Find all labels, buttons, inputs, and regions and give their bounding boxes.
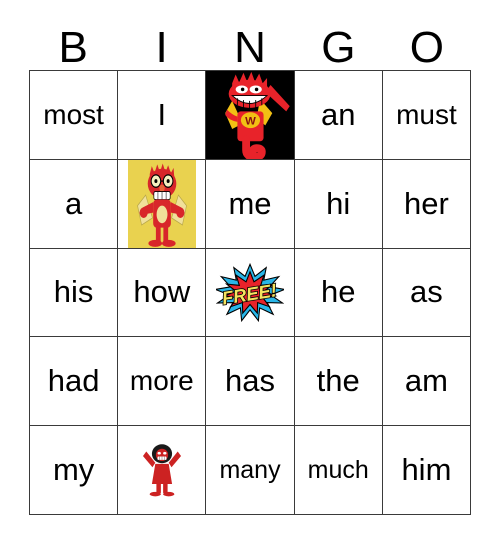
bingo-cell-o4[interactable]: am <box>382 337 472 427</box>
bingo-cell-b3[interactable]: his <box>30 248 119 338</box>
bingo-cell-g4[interactable]: the <box>294 337 383 427</box>
bingo-row: my many much him <box>30 426 472 515</box>
bingo-cell-word: an <box>320 96 356 132</box>
bingo-cell-o2[interactable]: her <box>382 159 472 249</box>
bingo-header-letter-n: N <box>234 23 266 72</box>
svg-text:W: W <box>246 116 257 128</box>
bingo-cell-n5[interactable]: many <box>206 426 295 515</box>
bingo-cell-word: how <box>133 274 191 310</box>
bingo-cell-n4[interactable]: has <box>206 337 295 427</box>
red-devil-mascot-black-bg-icon: W <box>206 71 294 159</box>
bingo-cell-g2[interactable]: hi <box>294 159 383 249</box>
bingo-row: had more has the am <box>30 337 472 427</box>
bingo-card: B I N G O most I Wan must a me hi her his how FREE! he a… <box>0 0 500 544</box>
bingo-cell-word: he <box>320 274 356 310</box>
bingo-cell-n1-image[interactable]: W <box>206 71 295 160</box>
bingo-cell-b2[interactable]: a <box>30 159 119 249</box>
bingo-header-letter-g: G <box>321 23 356 72</box>
bingo-cell-o5[interactable]: him <box>382 426 472 515</box>
bingo-cell-word: more <box>129 365 194 397</box>
bingo-cell-word: must <box>396 98 457 130</box>
bingo-header-row: BINGO <box>29 14 471 70</box>
bingo-cell-i2-image[interactable] <box>118 159 207 249</box>
bingo-cell-g1[interactable]: an <box>294 71 383 160</box>
bingo-header-letter-b: B <box>58 23 88 72</box>
bingo-row: most I Wan must <box>30 71 472 160</box>
bingo-cell-o1[interactable]: must <box>382 71 472 160</box>
bingo-cell-word: am <box>404 363 448 399</box>
bingo-cell-word: hi <box>326 185 351 221</box>
bingo-cell-word: many <box>219 456 281 485</box>
bingo-header-letter-o: O <box>409 23 444 72</box>
bingo-cell-word: a <box>64 185 83 221</box>
bingo-cell-word: my <box>52 452 95 488</box>
bingo-row: his how FREE! he as <box>30 248 472 338</box>
bingo-cell-word: I <box>157 96 167 132</box>
bingo-cell-word: his <box>53 274 94 310</box>
bingo-cell-n2[interactable]: me <box>206 159 295 249</box>
bingo-cell-i5-image[interactable] <box>118 426 207 515</box>
bingo-cell-word: has <box>225 363 275 399</box>
bingo-row: a me hi her <box>30 159 472 249</box>
bingo-cell-g3[interactable]: he <box>294 248 383 338</box>
bingo-cell-b5[interactable]: my <box>30 426 119 515</box>
bingo-grid: most I Wan must a me hi her his how FREE! he as had mo… <box>29 70 472 515</box>
bingo-free-space[interactable]: FREE! <box>206 248 295 338</box>
bingo-cell-word: most <box>43 98 104 130</box>
bingo-cell-i4[interactable]: more <box>118 337 207 427</box>
bingo-cell-word: as <box>410 274 443 310</box>
bingo-cell-word: had <box>47 363 100 399</box>
bingo-header-letter-i: I <box>155 23 168 72</box>
bingo-cell-b1[interactable]: most <box>30 71 119 160</box>
red-figure-arms-up-icon <box>134 439 190 501</box>
bingo-cell-i3[interactable]: how <box>118 248 207 338</box>
red-mascot-glasses-yellow-bg-icon <box>127 159 196 248</box>
bingo-cell-word: much <box>307 456 369 485</box>
bingo-cell-word: the <box>316 363 360 399</box>
bingo-cell-i1[interactable]: I <box>118 71 207 160</box>
bingo-cell-word: him <box>401 452 452 488</box>
bingo-cell-g5[interactable]: much <box>294 426 383 515</box>
bingo-cell-b4[interactable]: had <box>30 337 119 427</box>
free-burst-icon: FREE! <box>215 249 285 337</box>
bingo-cell-word: me <box>228 185 272 221</box>
bingo-cell-word: her <box>404 185 449 221</box>
bingo-cell-o3[interactable]: as <box>382 248 472 338</box>
